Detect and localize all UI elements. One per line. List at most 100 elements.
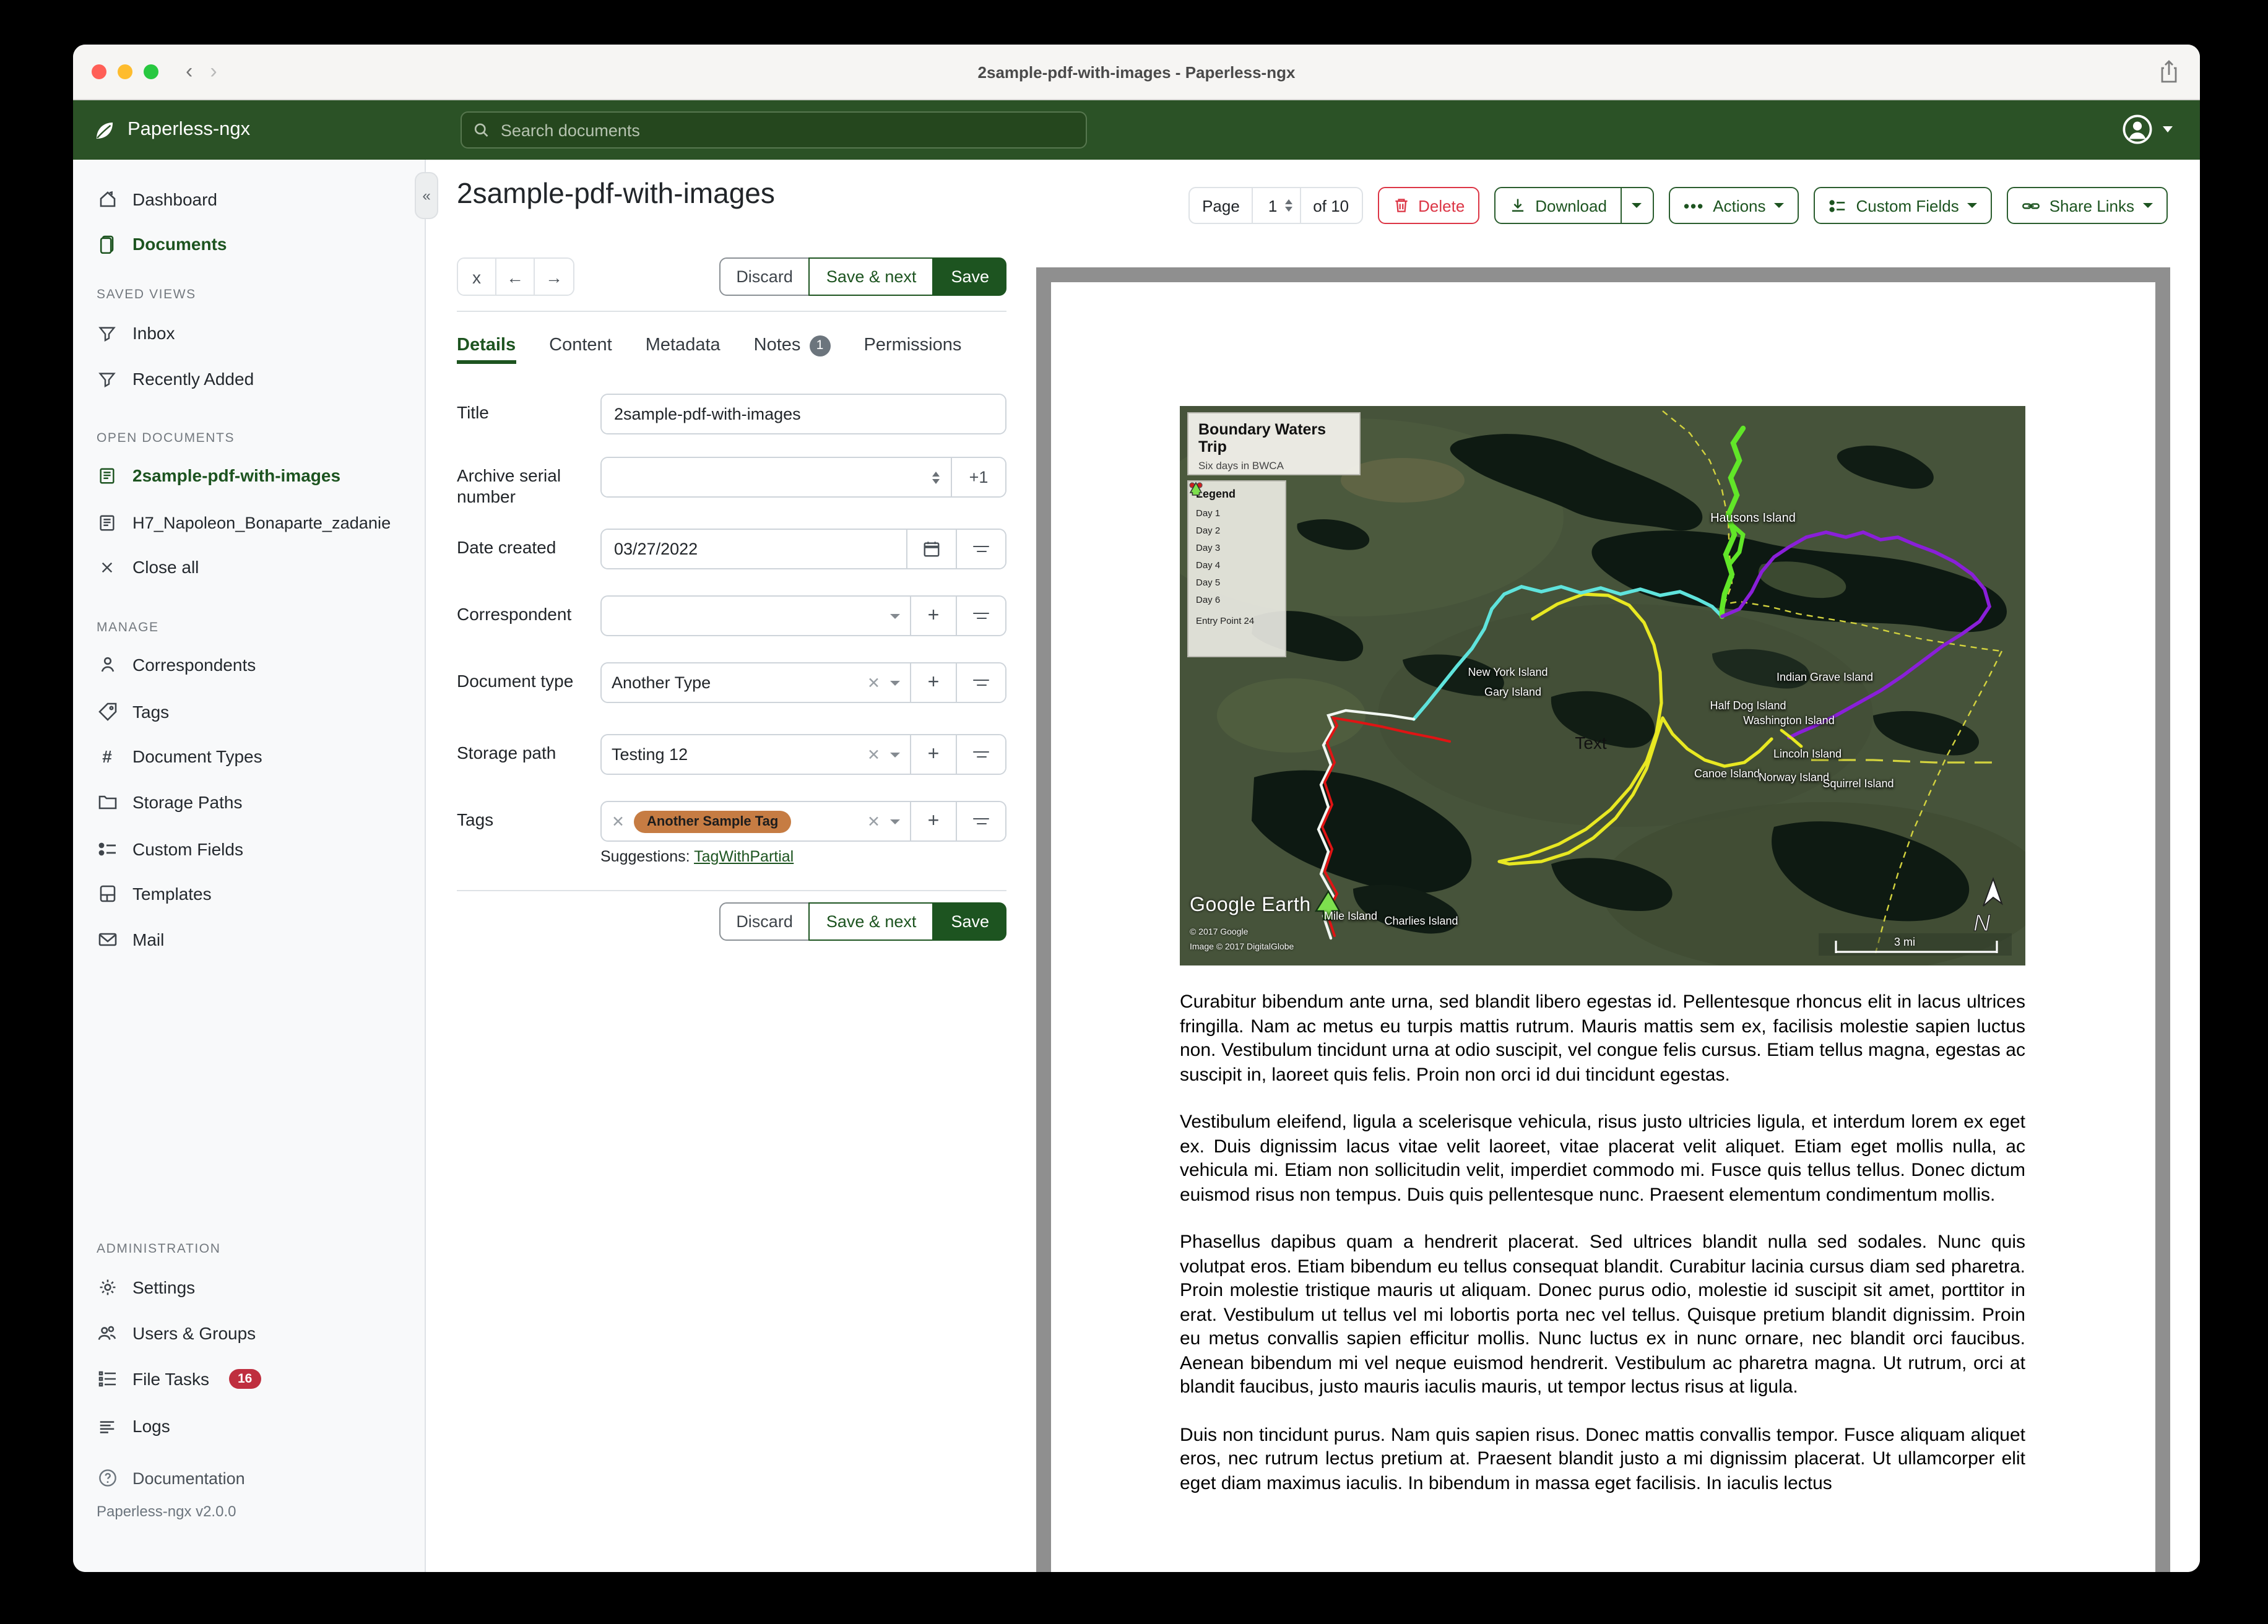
sidebar-collapse-button[interactable]: « — [415, 172, 438, 219]
main-content: « 2sample-pdf-with-images Page 1 of 10 D… — [415, 160, 2200, 1572]
save-next-button[interactable]: Save & next — [808, 257, 934, 296]
trash-icon — [1395, 199, 1407, 212]
asn-plus-one-button[interactable]: +1 — [951, 458, 1005, 496]
caret-down-icon — [2143, 203, 2153, 208]
asn-stepper[interactable] — [932, 458, 951, 496]
legend-item: Day 2 — [1189, 482, 1278, 538]
share-links-label: Share Links — [2049, 196, 2134, 215]
sidebar-item-documentation[interactable]: Documentation — [73, 1459, 425, 1497]
download-button[interactable]: Download — [1494, 187, 1622, 224]
tags-select[interactable]: ✕ Another Sample Tag ✕ — [602, 802, 910, 840]
brand[interactable]: Paperless-ngx — [93, 118, 250, 142]
sidebar-item-users-groups[interactable]: Users & Groups — [73, 1315, 425, 1352]
legend-item: Day 6 — [1189, 482, 1278, 608]
date-created-input[interactable] — [602, 530, 906, 568]
storage-path-filter-button[interactable] — [956, 735, 1005, 774]
correspondent-select[interactable] — [602, 597, 910, 635]
funnel-icon — [97, 322, 118, 343]
previous-document-button[interactable]: ← — [496, 259, 535, 295]
add-storage-path-button[interactable]: + — [910, 735, 956, 774]
sidebar-item-label: Settings — [132, 1277, 196, 1297]
tab-bar: Details Content Metadata Notes 1 Permiss… — [457, 329, 961, 364]
sidebar-item-documents[interactable]: Documents — [73, 225, 425, 262]
sidebar-item-recently-added[interactable]: Recently Added — [73, 360, 425, 397]
share-icon[interactable] — [2158, 59, 2180, 84]
tab-content[interactable]: Content — [549, 335, 612, 358]
sidebar-item-tags[interactable]: Tags — [73, 693, 425, 730]
download-caret-button[interactable] — [1621, 187, 1654, 224]
document-type-select[interactable]: Another Type ✕ — [602, 663, 910, 702]
save-button[interactable]: Save — [933, 257, 1006, 296]
document-form: x ← → Discard Save & next Save Details C… — [457, 160, 1006, 1572]
pdf-preview-pane: N Boundary Waters Trip Six days in BWCA … — [1036, 267, 2170, 1572]
asn-input[interactable] — [602, 458, 932, 496]
sidebar-item-templates[interactable]: Templates — [73, 875, 425, 912]
next-document-button[interactable]: → — [535, 259, 573, 295]
titlebar: ‹ › 2sample-pdf-with-images - Paperless-… — [73, 45, 2200, 100]
storage-path-select[interactable]: Testing 12 ✕ — [602, 735, 910, 774]
paragraph: Phasellus dapibus quam a hendrerit place… — [1180, 1232, 2025, 1397]
sidebar-item-custom-fields[interactable]: Custom Fields — [73, 831, 425, 868]
user-menu[interactable] — [2121, 113, 2173, 146]
remove-tag-icon[interactable]: ✕ — [612, 812, 625, 831]
calendar-button[interactable] — [906, 530, 956, 568]
title-input[interactable] — [602, 395, 1005, 433]
legend-item: Day 4 — [1189, 482, 1278, 573]
clear-icon[interactable]: ✕ — [867, 673, 880, 692]
search-input[interactable] — [498, 119, 1075, 140]
sidebar-item-inbox[interactable]: Inbox — [73, 314, 425, 352]
share-links-button[interactable]: Share Links — [2007, 187, 2168, 224]
tags-filter-button[interactable] — [956, 802, 1005, 840]
legend-item: Day 5 — [1189, 482, 1278, 590]
sidebar-item-dashboard[interactable]: Dashboard — [73, 181, 425, 218]
tree-icon — [1189, 482, 1203, 496]
add-document-type-button[interactable]: + — [910, 663, 956, 702]
save-group-bottom: Discard Save & next Save — [719, 902, 1006, 941]
caret-down-icon — [890, 752, 900, 757]
tab-metadata[interactable]: Metadata — [646, 335, 721, 358]
legend-item-entry: Entry Point 24 — [1189, 482, 1278, 629]
date-filter-button[interactable] — [956, 530, 1005, 568]
discard-button[interactable]: Discard — [719, 902, 810, 941]
sidebar-item-file-tasks[interactable]: File Tasks 16 — [73, 1360, 425, 1397]
tab-details[interactable]: Details — [457, 329, 516, 364]
page-stepper-icon[interactable] — [1284, 199, 1292, 212]
document-type-filter-button[interactable] — [956, 663, 1005, 702]
add-correspondent-button[interactable]: + — [910, 597, 956, 635]
map-label: Indian Grave Island — [1776, 671, 1874, 683]
custom-fields-button[interactable]: Custom Fields — [1814, 187, 1993, 224]
close-document-button[interactable]: x — [458, 259, 496, 295]
sidebar-item-open-doc-2[interactable]: H7_Napoleon_Bonaparte_zadanie — [73, 504, 425, 541]
correspondent-filter-button[interactable] — [956, 597, 1005, 635]
tab-notes-label: Notes — [753, 335, 801, 355]
documents-icon — [97, 233, 118, 254]
actions-button[interactable]: ••• Actions — [1668, 187, 1799, 224]
page-number-input[interactable]: 1 — [1252, 188, 1301, 223]
sidebar-item-logs[interactable]: Logs — [73, 1407, 425, 1445]
save-group-top: Discard Save & next Save — [719, 257, 1006, 296]
folder-icon — [97, 792, 118, 813]
sidebar-item-correspondents[interactable]: Correspondents — [73, 646, 425, 683]
tab-permissions[interactable]: Permissions — [863, 335, 961, 358]
discard-button[interactable]: Discard — [719, 257, 810, 296]
sidebar-item-open-doc-current[interactable]: 2sample-pdf-with-images — [73, 457, 425, 494]
suggestion-link[interactable]: TagWithPartial — [694, 848, 794, 865]
tab-notes[interactable]: Notes 1 — [754, 335, 831, 358]
clear-icon[interactable]: ✕ — [867, 745, 880, 764]
sidebar-item-close-all[interactable]: Close all — [73, 548, 425, 585]
sidebar-item-document-types[interactable]: # Document Types — [73, 738, 425, 775]
tag-chip[interactable]: Another Sample Tag — [634, 810, 791, 832]
tag-icon — [97, 701, 118, 722]
clear-icon[interactable]: ✕ — [867, 812, 880, 831]
google-earth-logo: Google Earth — [1190, 895, 1311, 916]
delete-button[interactable]: Delete — [1377, 187, 1480, 224]
mail-icon — [97, 929, 118, 950]
save-next-button[interactable]: Save & next — [808, 902, 934, 941]
hash-icon: # — [102, 746, 112, 766]
section-manage: MANAGE — [97, 620, 159, 635]
sidebar-item-settings[interactable]: Settings — [73, 1269, 425, 1306]
save-button[interactable]: Save — [933, 902, 1006, 941]
sidebar-item-storage-paths[interactable]: Storage Paths — [73, 784, 425, 821]
add-tag-button[interactable]: + — [910, 802, 956, 840]
sidebar-item-mail[interactable]: Mail — [73, 921, 425, 958]
